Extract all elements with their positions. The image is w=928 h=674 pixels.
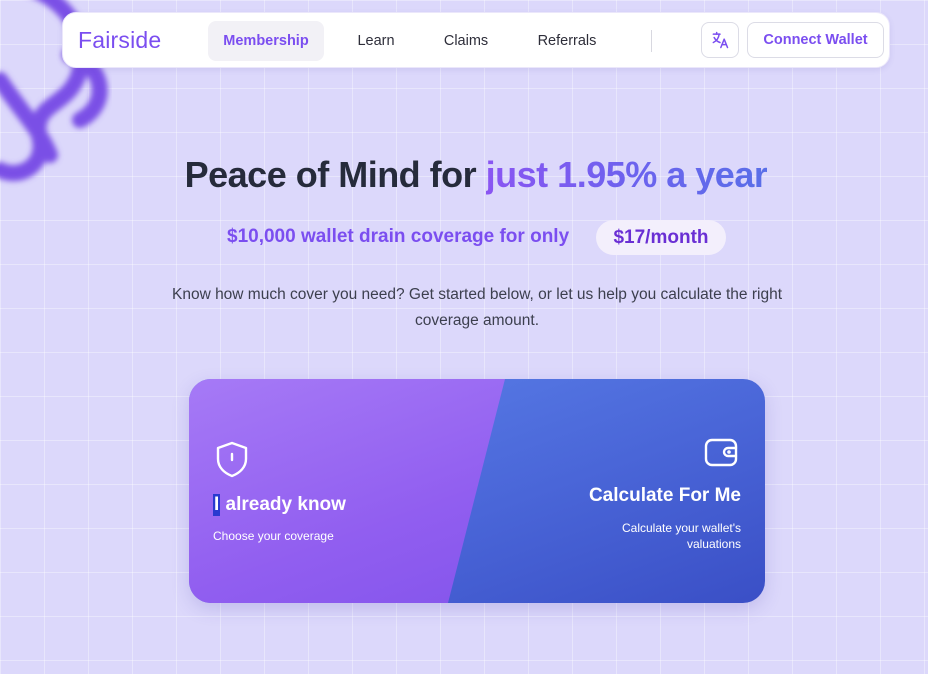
calculate-card-title: Calculate For Me [588,485,741,506]
fairside-logo[interactable]: Fairside [78,27,161,54]
language-button[interactable] [701,22,739,58]
hero-headline: Peace of Mind for just 1.95% a year [0,154,928,196]
coverage-choice-cards: Calculate For Me Calculate your wallet's… [189,379,765,603]
shield-icon [216,441,248,478]
headline-lead: Peace of Mind for [184,154,486,195]
top-navigation-bar: Fairside Membership Learn Claims Referra… [62,12,890,68]
price-badge: $17/month [596,220,726,255]
coverage-subline: $10,000 wallet drain coverage for only [227,226,570,247]
hero-description: Know how much cover you need? Get starte… [171,286,783,329]
nav-item-claims[interactable]: Claims [431,21,501,61]
wallet-icon [704,438,738,467]
nav-item-membership[interactable]: Membership [208,21,324,61]
already-know-title-text: already know [220,494,346,515]
already-know-subtitle: Choose your coverage [213,529,334,543]
already-know-title: I already know [213,494,346,516]
headline-accent: just 1.95% a year [485,154,768,195]
connect-wallet-button[interactable]: Connect Wallet [747,22,884,58]
translate-icon [712,31,729,49]
calculate-card-subtitle: Calculate your wallet's valuations [621,521,741,551]
nav-item-referrals[interactable]: Referrals [525,21,609,61]
nav-divider [651,30,652,52]
nav-item-learn[interactable]: Learn [343,21,409,61]
